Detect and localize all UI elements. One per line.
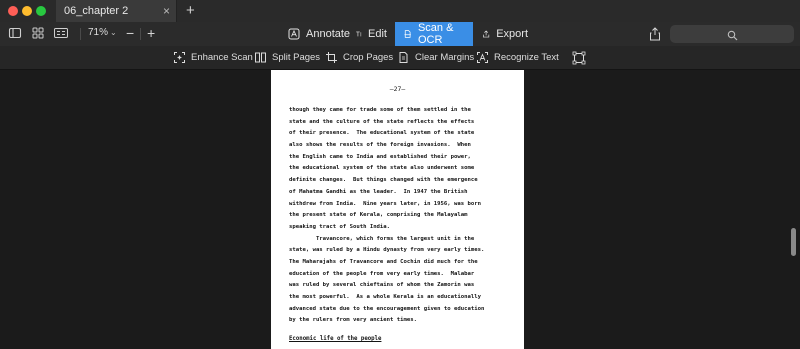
zoom-window-button[interactable] <box>36 6 46 16</box>
page-text-line: withdrew from India. Nine years later, i… <box>289 200 481 207</box>
sidebar-toggle-icon[interactable] <box>8 26 24 42</box>
enhance-scan-button[interactable]: Enhance Scan <box>173 46 253 69</box>
share-icon[interactable] <box>648 26 664 42</box>
clear-margins-icon <box>399 52 408 63</box>
crop-pages-icon <box>326 52 337 63</box>
recognize-text-button[interactable]: Recognize Text <box>476 46 559 69</box>
tab-close-button[interactable]: × <box>163 3 170 19</box>
text-edit-icon <box>356 31 362 37</box>
zoom-out-button[interactable]: − <box>126 24 134 42</box>
clear-margins-button[interactable]: Clear Margins <box>397 46 474 69</box>
page-text-line: though they came for trade some of them … <box>289 107 471 113</box>
scrollbar-thumb[interactable] <box>791 228 796 256</box>
page-text-line: Travancore, which forms the largest unit… <box>289 235 475 242</box>
document-tab[interactable]: 06_chapter 2 × <box>56 0 177 22</box>
enhance-scan-icon <box>174 52 185 63</box>
page-text-line: speaking tract of South India. <box>289 223 391 230</box>
page-text-line: the educational system of the state also… <box>289 165 475 172</box>
enhance-scan-label: Enhance Scan <box>191 52 253 63</box>
mode-edit-label: Edit <box>368 28 387 40</box>
page-text-line: state, was ruled by a Hindu dynasty from… <box>289 247 485 254</box>
page-text-line: was ruled by several chieftains of whom … <box>289 282 475 289</box>
page-text-line: The Maharajahs of Travancore and Cochin … <box>289 258 478 265</box>
grid-view-icon[interactable] <box>31 26 47 42</box>
document-page[interactable]: —27— though they came for trade some of … <box>271 70 524 349</box>
close-window-button[interactable] <box>8 6 18 16</box>
clear-margins-label: Clear Margins <box>415 52 475 63</box>
page-layout-icon[interactable] <box>53 26 69 42</box>
section-heading: Economic life of the people <box>289 336 382 342</box>
main-toolbar: 71% ⌄ − + Annotate Edit Scan & OCR Export <box>0 22 800 47</box>
split-pages-label: Split Pages <box>272 52 321 63</box>
split-pages-icon <box>255 52 266 63</box>
document-tab-title: 06_chapter 2 <box>64 5 129 17</box>
page-number: —27— <box>389 85 406 93</box>
new-tab-button[interactable]: + <box>186 1 195 21</box>
minimize-window-button[interactable] <box>22 6 32 16</box>
document-canvas[interactable]: —27— though they came for trade some of … <box>0 70 800 349</box>
page-text-line: also shows the results of the foreign in… <box>289 142 471 149</box>
recognize-text-icon <box>477 52 488 63</box>
toolbar-divider <box>140 28 141 40</box>
page-text-line: of their presence. The educational syste… <box>289 130 475 137</box>
page-text-line: definite changes. But things changed wit… <box>289 177 478 184</box>
export-icon <box>483 30 490 38</box>
tab-bar: 06_chapter 2 × + <box>0 0 800 23</box>
mode-export-label: Export <box>496 28 528 40</box>
recognize-text-label: Recognize Text <box>494 52 559 63</box>
page-text-line: education of the people from very early … <box>289 270 475 277</box>
mode-scan-ocr-tab[interactable]: Scan & OCR <box>395 22 473 46</box>
page-text-line: advanced state due to the encouragement … <box>289 305 485 312</box>
mode-scan-ocr-label: Scan & OCR <box>417 22 454 46</box>
zoom-in-button[interactable]: + <box>147 24 155 42</box>
split-pages-button[interactable]: Split Pages <box>254 46 320 69</box>
annotate-icon <box>288 28 300 40</box>
selection-frame-icon <box>572 51 586 64</box>
page-text-line: the present state of Kerala, comprising … <box>289 212 468 219</box>
page-text-line: of Mahatma Gandhi as the leader. In 1947… <box>289 188 468 195</box>
scan-ocr-icon <box>404 30 411 38</box>
vertical-scrollbar[interactable] <box>791 158 796 258</box>
page-text-block: though they came for trade some of them … <box>289 105 509 327</box>
search-icon <box>727 28 738 46</box>
page-text-line: the English came to India and establishe… <box>289 153 471 160</box>
zoom-level-value: 71% <box>88 27 109 38</box>
mode-edit-tab[interactable]: Edit <box>347 22 395 46</box>
search-input[interactable] <box>670 25 794 43</box>
selection-frame-button[interactable] <box>572 46 591 69</box>
page-text-line: the most powerful. As a whole Kerala is … <box>289 294 481 300</box>
chevron-down-icon: ⌄ <box>110 28 117 37</box>
mode-export-tab[interactable]: Export <box>474 22 536 46</box>
crop-pages-label: Crop Pages <box>343 52 394 63</box>
toolbar-divider <box>80 28 81 40</box>
zoom-level-dropdown[interactable]: 71% ⌄ <box>88 27 117 38</box>
mode-annotate-label: Annotate <box>306 28 351 40</box>
ocr-toolbar: Enhance Scan Split Pages Crop Pages Clea… <box>0 46 800 70</box>
page-text-line: state and the culture of the state refle… <box>289 118 475 125</box>
page-text-line: by the rulers from very ancient times. <box>289 317 417 324</box>
crop-pages-button[interactable]: Crop Pages <box>325 46 393 69</box>
